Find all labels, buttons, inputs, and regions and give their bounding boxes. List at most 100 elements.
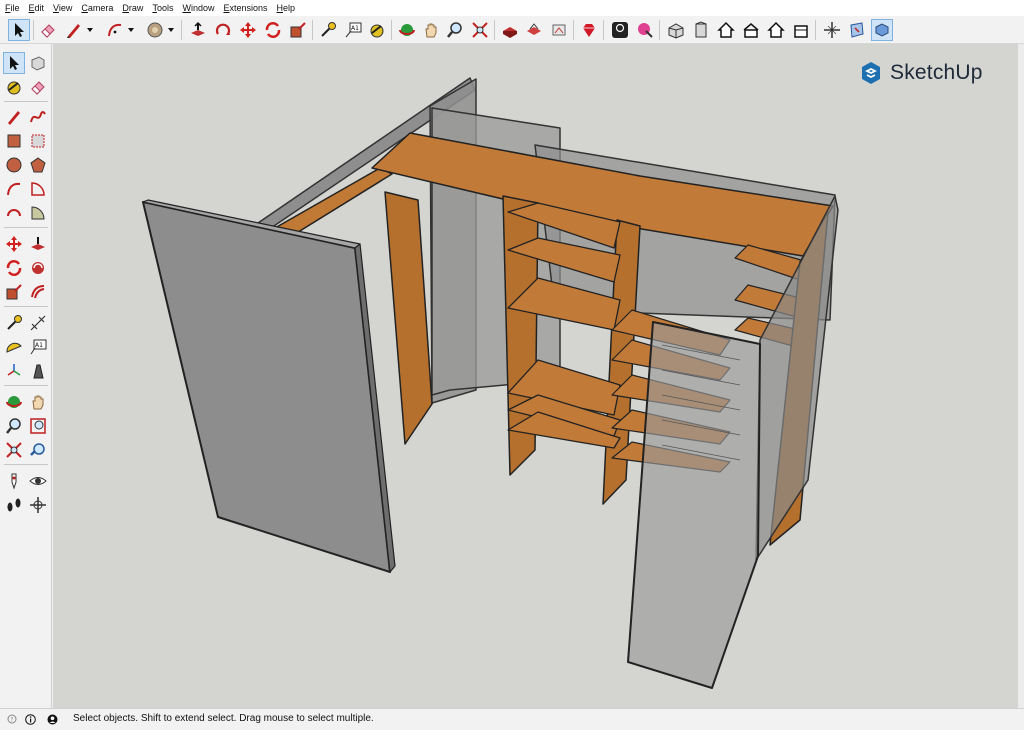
polygon-tool[interactable] <box>27 154 49 176</box>
pan-tool[interactable] <box>27 391 49 413</box>
zoom-extents-tool[interactable] <box>3 439 25 461</box>
three-point-arc-icon <box>31 206 45 220</box>
eraser-tool-button[interactable] <box>37 19 59 41</box>
arc-dropdown[interactable] <box>127 19 135 41</box>
front-view-button[interactable] <box>690 19 712 41</box>
line-tool[interactable] <box>3 106 25 128</box>
menu-edit[interactable]: Edit <box>24 0 49 16</box>
make-component-tool[interactable] <box>27 52 49 74</box>
3d-text-tool[interactable] <box>27 360 49 382</box>
section-plane-tool[interactable] <box>27 494 49 516</box>
right-view-button[interactable] <box>790 19 812 41</box>
text-tool[interactable]: A1 <box>27 336 49 358</box>
axes-tool[interactable] <box>3 360 25 382</box>
ocl-icon <box>612 22 628 38</box>
orbit-tool[interactable] <box>3 391 25 413</box>
dimension-tool[interactable] <box>27 312 49 334</box>
status-message: Select objects. Shift to extend select. … <box>73 713 374 724</box>
rectangle-tool[interactable] <box>3 130 25 152</box>
section-plane-button[interactable] <box>846 19 868 41</box>
move-icon <box>6 236 22 252</box>
follow-me-tool[interactable] <box>27 257 49 279</box>
info-icon[interactable] <box>24 713 36 725</box>
orbit-tool-button[interactable] <box>396 19 418 41</box>
move-tool-button[interactable] <box>237 19 259 41</box>
tape-measure-icon <box>321 22 336 37</box>
tape-measure-tool-button[interactable] <box>317 19 339 41</box>
push-pull-tool[interactable] <box>27 233 49 255</box>
circle-tool[interactable] <box>3 154 25 176</box>
select-tool-button[interactable] <box>8 19 30 41</box>
menu-file[interactable]: File <box>0 0 24 16</box>
walk-tool[interactable] <box>3 494 25 516</box>
pie-icon <box>31 182 45 196</box>
model-viewport[interactable]: SketchUp <box>53 44 1018 708</box>
rotate-tool[interactable] <box>3 257 25 279</box>
scale-tool-button[interactable] <box>287 19 309 41</box>
paint-bucket-tool-button[interactable] <box>144 19 166 41</box>
offset-icon <box>31 285 45 299</box>
push-pull-tool-button[interactable] <box>187 19 209 41</box>
paint-dropdown[interactable] <box>167 19 175 41</box>
menu-view[interactable]: View <box>48 0 76 16</box>
offset-tool[interactable] <box>27 281 49 303</box>
pie-tool[interactable] <box>27 178 49 200</box>
tape-measure-icon <box>7 315 22 330</box>
rotated-rectangle-tool[interactable] <box>27 130 49 152</box>
zoom-window-tool[interactable] <box>27 415 49 437</box>
top-view-button[interactable] <box>740 19 762 41</box>
tape-measure-tool[interactable] <box>3 312 25 334</box>
menu-tools[interactable]: Tools <box>147 0 177 16</box>
closet-model <box>142 77 839 689</box>
freehand-tool[interactable] <box>27 106 49 128</box>
scale-tool[interactable] <box>3 281 25 303</box>
warehouse-tool-button[interactable] <box>523 19 545 41</box>
extension-tool-button[interactable] <box>548 19 570 41</box>
zoom-tool[interactable] <box>3 415 25 437</box>
paint-bucket-tool[interactable] <box>3 76 25 98</box>
arc-tool[interactable] <box>3 178 25 200</box>
follow-me-tool-button[interactable] <box>262 19 284 41</box>
ruby-tool-button[interactable] <box>578 19 600 41</box>
two-point-arc-tool[interactable] <box>3 202 25 224</box>
select-tool[interactable] <box>3 52 25 74</box>
rotate-tool-button[interactable] <box>212 19 234 41</box>
zoom-extents-tool-button[interactable] <box>469 19 491 41</box>
home-view-button[interactable] <box>715 19 737 41</box>
axes-tool-button[interactable] <box>821 19 843 41</box>
top-view-icon <box>743 23 759 38</box>
arc-tool-button[interactable] <box>104 19 126 41</box>
user-icon[interactable] <box>46 713 58 725</box>
pencil-tool-button[interactable] <box>63 19 85 41</box>
three-point-arc-tool[interactable] <box>27 202 49 224</box>
look-around-tool[interactable] <box>27 470 49 492</box>
menu-window[interactable]: Window <box>177 0 218 16</box>
sketchup-logo-text: SketchUp <box>890 61 983 84</box>
display-section-button[interactable] <box>871 19 893 41</box>
svg-text:?: ? <box>10 717 13 724</box>
geo-location-icon[interactable]: ? <box>6 713 18 725</box>
eraser-tool[interactable] <box>27 76 49 98</box>
menu-draw[interactable]: Draw <box>117 0 147 16</box>
position-camera-tool[interactable] <box>3 470 25 492</box>
protractor-tool[interactable] <box>3 336 25 358</box>
menu-camera[interactable]: Camera <box>76 0 117 16</box>
paint-tool-button[interactable] <box>366 19 388 41</box>
component-tool-button[interactable] <box>499 19 521 41</box>
menu-bar: File Edit View Camera Draw Tools Window Extensi… <box>0 0 1024 16</box>
text-tool-button[interactable]: A1 <box>342 19 364 41</box>
iso-view-button[interactable] <box>665 19 687 41</box>
ocl-tool-button[interactable] <box>609 19 631 41</box>
pan-tool-button[interactable] <box>420 19 442 41</box>
zoom-tool-button[interactable] <box>444 19 466 41</box>
back-view-button[interactable] <box>765 19 787 41</box>
menu-extensions[interactable]: Extensions <box>218 0 271 16</box>
brush-tool-button[interactable] <box>634 19 656 41</box>
pan-icon <box>425 23 437 38</box>
rectangle-icon <box>7 134 21 148</box>
previous-view-tool[interactable] <box>27 439 49 461</box>
menu-help[interactable]: Help <box>272 0 300 16</box>
move-tool[interactable] <box>3 233 25 255</box>
section-plane-icon <box>850 22 864 38</box>
pencil-dropdown[interactable] <box>86 19 94 41</box>
